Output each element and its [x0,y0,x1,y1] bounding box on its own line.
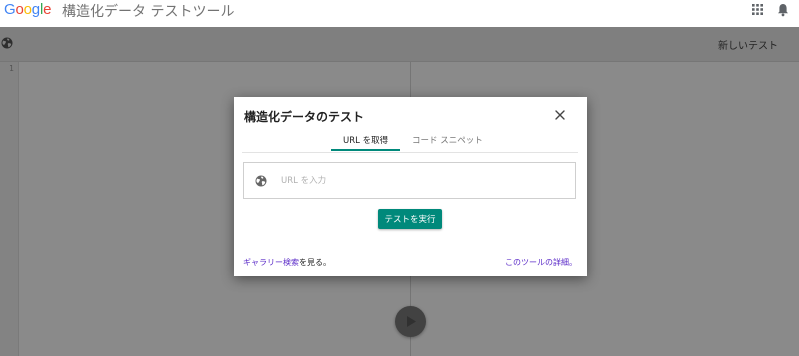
active-tab-indicator [331,149,400,151]
bell-icon[interactable] [777,3,789,17]
tab-fetch-url[interactable]: URL を取得 [343,134,388,146]
tab-code-snippet[interactable]: コード スニペット [412,134,483,146]
new-test-dialog: 構造化データのテスト URL を取得 コード スニペット テストを実行 ギャラリ… [234,97,587,276]
gallery-line: ギャラリー検索を見る。 [243,257,331,268]
apps-grid-icon[interactable] [752,4,763,15]
dialog-tabs: URL を取得 コード スニペット [242,130,578,153]
app-root: Google 構造化データ テストツール 新しいテスト 1 構造化データのテスト… [0,0,799,356]
tool-details-link[interactable]: このツールの詳細。 [505,257,577,268]
logo-letter: o [23,1,32,18]
run-test-button[interactable]: テストを実行 [378,209,442,229]
logo-letter: g [31,1,40,18]
gallery-suffix: を見る。 [299,258,331,267]
top-header: Google 構造化データ テストツール [0,0,799,27]
globe-icon [255,175,267,187]
tool-title: 構造化データ テストツール [62,4,235,20]
logo-letter: G [4,1,16,18]
logo-letter: o [15,1,24,18]
url-field [243,162,576,199]
dialog-title: 構造化データのテスト [244,110,365,124]
close-icon[interactable] [555,110,565,120]
gallery-search-link[interactable]: ギャラリー検索 [243,258,299,267]
logo-letter: e [43,1,52,18]
google-logo[interactable]: Google [4,1,51,18]
url-input[interactable] [281,173,561,189]
